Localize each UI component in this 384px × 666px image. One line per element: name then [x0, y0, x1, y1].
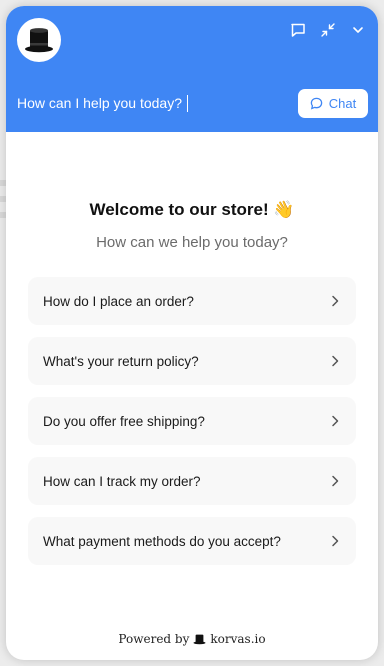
faq-label: What payment methods do you accept?: [43, 533, 281, 549]
faq-label: How can I track my order?: [43, 473, 201, 489]
top-hat-icon: [25, 28, 53, 53]
chevron-right-icon: [330, 415, 340, 427]
chat-bubble-outline-icon: [310, 97, 323, 110]
text-caret: [187, 94, 188, 112]
welcome-subtitle: How can we help you today?: [96, 234, 288, 251]
welcome-heading: Welcome to our store! 👋: [89, 200, 295, 219]
faq-item[interactable]: Do you offer free shipping?: [28, 397, 356, 445]
powered-by-label: Powered by: [118, 632, 190, 646]
faq-list: How do I place an order? What's your ret…: [28, 277, 356, 577]
chevron-down-icon[interactable]: [346, 18, 370, 42]
chat-button[interactable]: Chat: [298, 89, 368, 118]
faq-item[interactable]: How do I place an order?: [28, 277, 356, 325]
faq-item[interactable]: What payment methods do you accept?: [28, 517, 356, 565]
footer: Powered by korvas.io: [6, 632, 378, 646]
faq-label: How do I place an order?: [43, 293, 194, 309]
chevron-right-icon: [330, 475, 340, 487]
widget-header: How can I help you today? Chat: [6, 6, 378, 132]
brand-link[interactable]: korvas.io: [210, 632, 265, 646]
faq-item[interactable]: What's your return policy?: [28, 337, 356, 385]
faq-label: Do you offer free shipping?: [43, 413, 205, 429]
chevron-right-icon: [330, 355, 340, 367]
chat-bubble-icon[interactable]: [286, 18, 310, 42]
header-icons: [286, 18, 370, 42]
chat-widget: How can I help you today? Chat Welcome t…: [6, 6, 378, 660]
faq-label: What's your return policy?: [43, 353, 199, 369]
top-hat-icon: [193, 634, 206, 645]
chevron-right-icon: [330, 535, 340, 547]
collapse-arrows-icon[interactable]: [316, 18, 340, 42]
avatar: [17, 18, 61, 62]
chat-button-label: Chat: [328, 96, 357, 111]
chat-input[interactable]: How can I help you today?: [17, 92, 282, 114]
chevron-right-icon: [330, 295, 340, 307]
faq-item[interactable]: How can I track my order?: [28, 457, 356, 505]
chat-input-text: How can I help you today?: [17, 95, 182, 111]
